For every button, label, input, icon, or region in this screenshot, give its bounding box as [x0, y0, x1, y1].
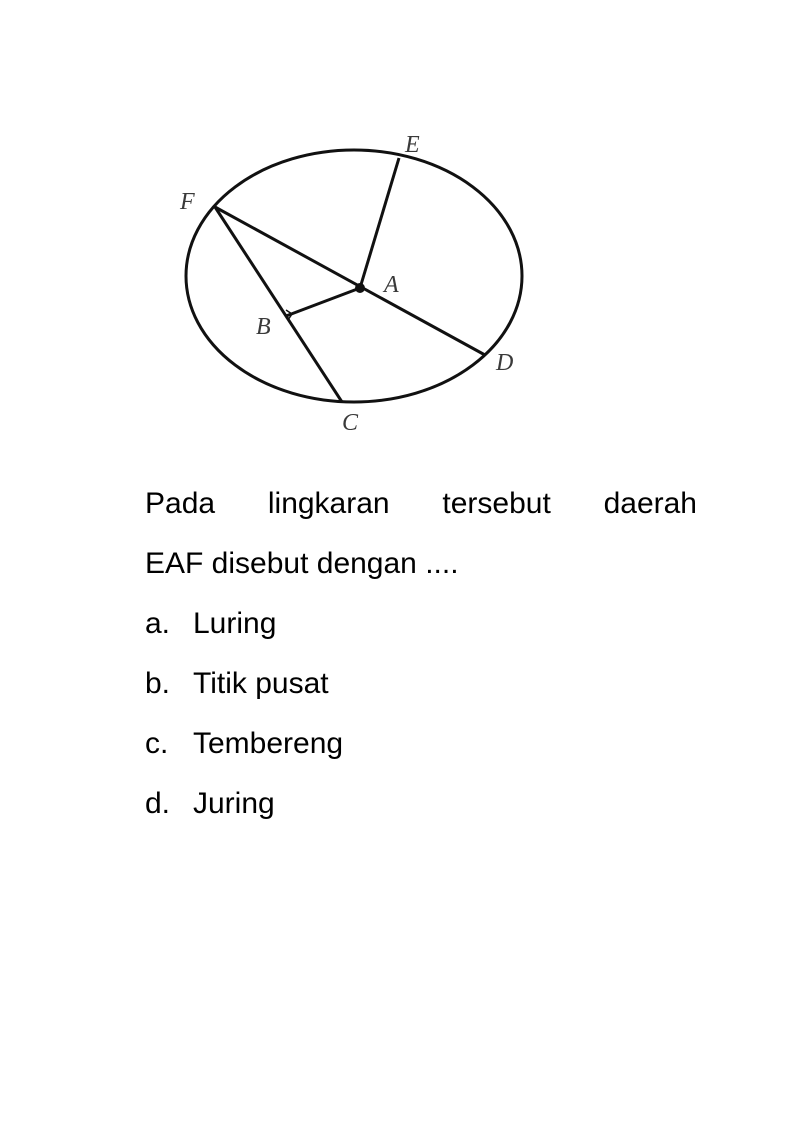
answer-options: a. Luring b. Titik pusat c. Tembereng d.… — [145, 594, 697, 834]
circle-diagram: E F A B D C — [179, 132, 524, 436]
label-F: F — [179, 189, 195, 215]
circle-figure: E F A B D C — [0, 0, 794, 460]
option-letter: d. — [145, 787, 171, 820]
circle-outline — [184, 148, 524, 404]
option-text: Luring — [193, 607, 277, 640]
option-text: Titik pusat — [193, 667, 329, 700]
label-D: D — [495, 350, 513, 376]
label-C: C — [342, 410, 359, 436]
option-text: Juring — [193, 787, 275, 820]
option-a[interactable]: a. Luring — [145, 594, 697, 654]
radius-AE — [358, 157, 401, 289]
segment-AB — [285, 286, 361, 318]
label-A: A — [382, 272, 399, 298]
question-text: Pada lingkaran tersebut daerah EAF diseb… — [145, 474, 697, 594]
question-word: lingkaran — [267, 487, 390, 520]
question-line-1: Pada lingkaran tersebut daerah — [145, 474, 697, 534]
option-letter: c. — [145, 727, 169, 760]
question-word: daerah — [603, 487, 697, 520]
question-word: Pada — [145, 487, 216, 520]
label-B: B — [256, 314, 271, 340]
option-c[interactable]: c. Tembereng — [145, 714, 697, 774]
option-d[interactable]: d. Juring — [145, 774, 697, 834]
option-letter: b. — [145, 667, 171, 700]
question-word: tersebut — [442, 487, 551, 520]
label-E: E — [404, 132, 420, 158]
option-b[interactable]: b. Titik pusat — [145, 654, 697, 714]
option-letter: a. — [145, 607, 171, 640]
chord-FC — [213, 206, 344, 403]
option-text: Tembereng — [193, 727, 344, 760]
center-point-A — [355, 283, 365, 293]
question-line-2: EAF disebut dengan .... — [145, 547, 459, 580]
